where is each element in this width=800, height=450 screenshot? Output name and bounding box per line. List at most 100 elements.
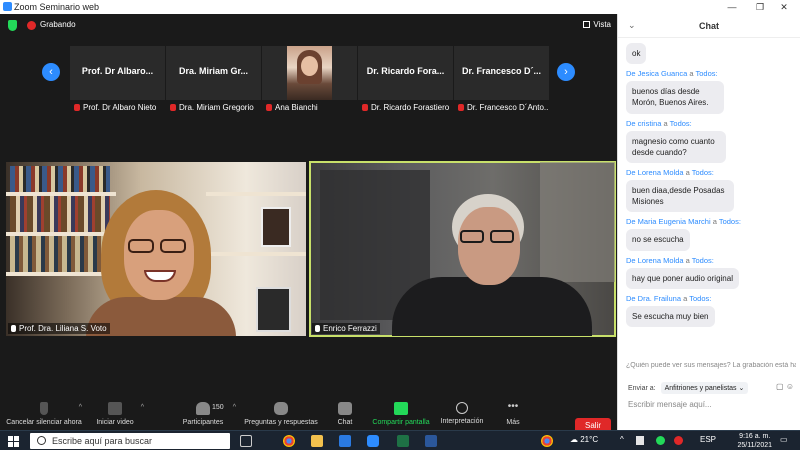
emoji-icon[interactable]: ☺ [786,382,794,391]
send-to-label: Enviar a: [628,385,656,392]
win-pane [8,442,13,447]
background-blur [540,162,615,282]
thumbnail-label-text: Ana Bianchi [275,103,318,112]
thumbnail-name: Dr. Francesco D´... [461,66,542,76]
share-screen-button[interactable]: Compartir pantalla [372,402,430,426]
chat-meta: De Lorena Molda a Todos: [626,255,714,265]
video-label: Enrico Ferrazzi [312,323,380,334]
task-view-icon[interactable] [240,435,252,447]
chat-input[interactable]: Escribir mensaje aquí... [628,400,712,409]
battery-icon[interactable] [636,436,644,445]
file-explorer-icon[interactable] [311,435,323,447]
win-pane [8,436,13,441]
notifications-icon[interactable]: ▭ [780,435,788,444]
thumbnail[interactable]: Dra. Miriam Gr... [166,46,261,100]
connector: a [712,217,717,227]
tray-app-icon[interactable] [674,436,683,445]
cloud-icon: ☁ [570,435,578,444]
sender-name[interactable]: cristina [638,119,662,128]
taskbar-clock[interactable]: 9:16 a. m. 25/11/2021 [737,432,772,450]
thumbnail-label-text: Dr. Francesco D´Anto... [467,103,549,112]
edge-icon[interactable] [339,435,351,447]
chat-bubble: ok [626,43,647,65]
thumbnail-label: Dr. Francesco D´Anto... [454,103,549,112]
recipient-name: Todos [669,118,690,128]
video-options-icon[interactable]: ^ [141,404,144,411]
send-to-value: Anfitriones y panelistas [664,385,737,392]
lens [160,239,186,253]
active-speaker-video[interactable]: Enrico Ferrazzi [309,161,616,337]
video-button[interactable]: Iniciar video ^ [92,402,144,426]
thumbnail[interactable]: Dr. Francesco D´... [454,46,549,100]
sender-name[interactable]: Jesica Guanca [638,69,688,78]
mute-button[interactable]: Cancelar silenciar ahora ^ [6,402,82,426]
close-button[interactable]: ✕ [772,0,796,14]
clock-time: 9:16 a. m. [739,433,771,440]
send-to-dropdown[interactable]: Anfitriones y panelistas ⌄ [660,382,749,394]
zoom-tray-icon[interactable] [656,436,665,445]
grid-icon [583,21,591,28]
minimize-button[interactable]: — [720,0,744,14]
language-indicator[interactable]: ESP [700,435,716,444]
thumbnail-label: Dr. Ricardo Forastiero [358,103,453,112]
mic-muted-icon [362,104,368,111]
windows-start-icon[interactable] [8,436,19,447]
thumbnail[interactable]: Dr. Ricardo Fora... [358,46,453,100]
chat-header: ⌄ Chat [618,14,800,38]
win-pane [14,442,19,447]
thumbnail-label-text: Prof. Dr Albaro Nieto [83,103,157,112]
thumbnail-name: Prof. Dr Albaro... [81,66,154,76]
bookshelf [206,252,306,256]
video-tile[interactable]: Prof. Dra. Liliana S. Voto [6,162,306,336]
thumbnail[interactable] [262,46,357,100]
prev-page-button[interactable]: ‹ [42,63,60,81]
chat-privacy-notice[interactable]: ¿Quién puede ver sus mensajes? La grabac… [626,362,796,369]
chrome-icon[interactable] [283,435,295,447]
zoom-app-icon[interactable] [367,435,379,447]
taskbar-search[interactable]: Escribe aquí para buscar [30,433,230,449]
chat-button[interactable]: Chat [334,402,356,426]
weather-widget[interactable]: ☁ 21°C [570,435,598,444]
participants-button[interactable]: Participantes 150 ^ [180,402,236,426]
view-label: Vista [593,20,611,29]
meeting-area: Grabando Vista ‹ Prof. Dr Albaro... Prof… [0,14,617,444]
thumbnail-name: Dra. Miriam Gr... [178,66,249,76]
tray-chevron-icon[interactable]: ^ [620,435,624,444]
lens [460,230,484,243]
file-icon[interactable]: ▢ [776,382,784,391]
chat-bubble: Se escucha muy bien [626,305,715,327]
chat-message: De Jesica Guanca a Todos: buenos días de… [618,69,800,114]
recipient-name: Todos [689,293,710,303]
mic-muted-icon [74,104,80,111]
more-button[interactable]: ••• Más [504,402,522,427]
qa-button[interactable]: Preguntas y respuestas [244,402,318,426]
connector: a [689,69,694,79]
chat-bubble: buen diaa,desde Posadas Misiones [626,179,734,213]
sender-name[interactable]: Lorena Molda [638,168,684,177]
chat-icon [338,402,352,415]
recording-icon [27,21,36,30]
sender-name[interactable]: Lorena Molda [638,256,684,265]
glasses [460,230,518,243]
chrome-icon[interactable] [541,435,553,447]
word-icon[interactable] [425,435,437,447]
maximize-button[interactable]: ❐ [748,0,772,14]
chevron-down-icon: ⌄ [738,385,745,392]
globe-icon [456,402,468,414]
mic-icon [315,325,320,332]
recipient-name: Todos [718,217,739,227]
mute-options-icon[interactable]: ^ [79,404,82,411]
thumbnail-label-text: Dra. Miriam Gregorio [179,103,254,112]
shield-icon[interactable] [8,20,17,31]
excel-icon[interactable] [397,435,409,447]
sender-name[interactable]: Dra. Frailuna [638,294,681,303]
view-button[interactable]: Vista [583,20,611,29]
thumbnail[interactable]: Prof. Dr Albaro... [70,46,165,100]
more-label: Más [506,419,520,426]
next-page-button[interactable]: › [557,63,575,81]
connector: a [683,293,688,303]
sender-name[interactable]: Maria Eugenia Marchi [638,217,711,226]
interpretation-button[interactable]: Interpretación [440,402,484,425]
bookshelf [206,192,306,196]
participants-options-icon[interactable]: ^ [233,404,236,411]
